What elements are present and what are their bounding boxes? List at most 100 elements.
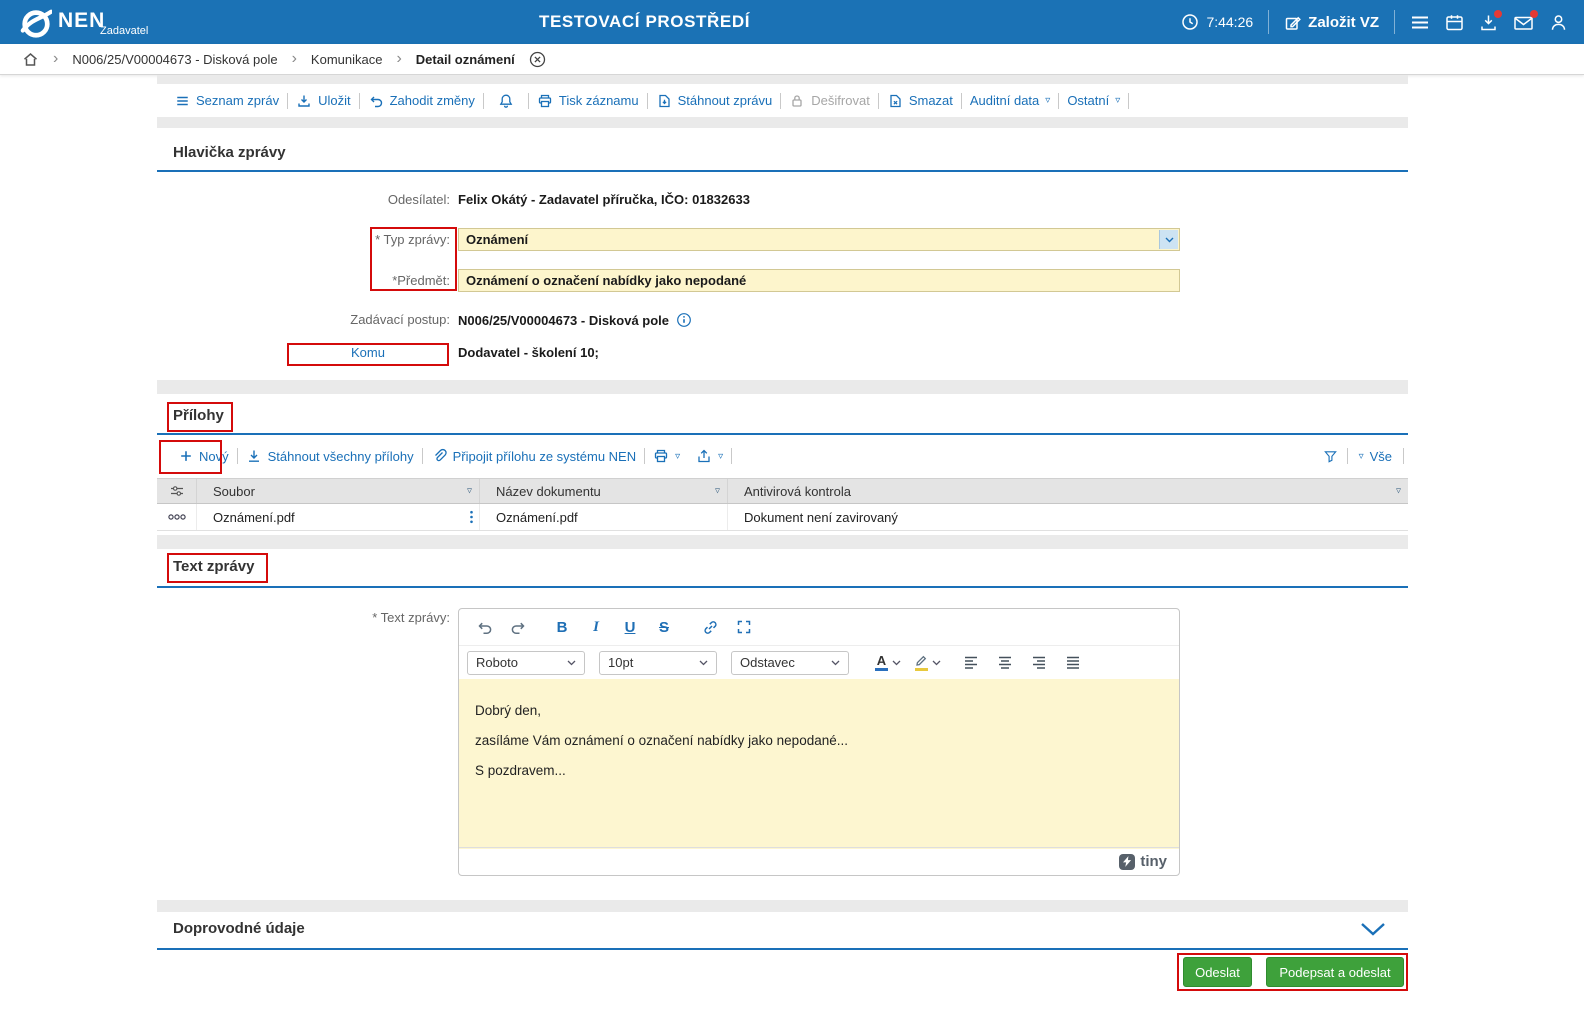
undo-icon[interactable] <box>469 614 499 640</box>
sender-value: Felix Okátý - Zadavatel příručka, IČO: 0… <box>458 192 750 207</box>
align-center-icon[interactable] <box>997 655 1013 670</box>
menu-button[interactable] <box>1410 13 1430 32</box>
funnel-icon[interactable] <box>1323 449 1338 464</box>
strikethrough-button[interactable]: S <box>649 614 679 640</box>
column-settings-header[interactable] <box>157 479 197 503</box>
row-handle[interactable] <box>157 504 197 530</box>
fullscreen-icon[interactable] <box>729 614 759 640</box>
message-list-button[interactable]: Seznam zpráv <box>167 93 287 108</box>
download-all-icon <box>246 448 262 464</box>
download-message-button[interactable]: Stáhnout zprávu <box>648 93 781 109</box>
download-message-label: Stáhnout zprávu <box>678 93 773 108</box>
breadcrumb-procedure[interactable]: N006/25/V00004673 - Disková pole <box>72 52 277 67</box>
font-size-select[interactable]: 10pt <box>599 651 717 675</box>
attachment-file-name[interactable]: Oznámení.pdf <box>213 510 295 525</box>
link-icon[interactable] <box>695 614 725 640</box>
attach-from-nen-button[interactable]: Připojit přílohu ze systému NEN <box>423 448 645 464</box>
antivirus-status: Dokument není zavirovaný <box>744 510 898 525</box>
other-actions-button[interactable]: Ostatní ▿ <box>1059 93 1128 108</box>
print-record-button[interactable]: Tisk záznamu <box>529 93 647 109</box>
filter-caret-icon[interactable]: ▿ <box>715 486 720 497</box>
delete-button[interactable]: Smazat <box>879 93 961 109</box>
person-icon <box>1549 13 1568 32</box>
font-family-select[interactable]: Roboto <box>467 651 585 675</box>
message-type-input[interactable]: Oznámení <box>458 228 1180 251</box>
subject-input[interactable]: Oznámení o označení nabídky jako nepodan… <box>458 269 1180 292</box>
row-menu-circles-icon <box>168 512 186 522</box>
filter-caret-icon[interactable]: ▿ <box>467 486 472 497</box>
decrypt-label: Dešifrovat <box>811 93 870 108</box>
environment-title: TESTOVACÍ PROSTŘEDÍ <box>539 12 750 32</box>
recipients-button[interactable]: Komu <box>287 345 449 366</box>
cell-docname: Oznámení.pdf <box>480 504 728 530</box>
downloads-button[interactable] <box>1479 13 1498 32</box>
undo-icon <box>368 93 384 109</box>
attachment-row[interactable]: Oznámení.pdf Oznámení.pdf Dokument není … <box>157 504 1408 531</box>
paperclip-icon <box>431 448 447 464</box>
attachment-doc-name: Oznámení.pdf <box>496 510 578 525</box>
message-list-label: Seznam zpráv <box>196 93 279 108</box>
align-left-icon[interactable] <box>963 655 979 670</box>
column-header-antivirus[interactable]: Antivirová kontrola ▿ <box>728 479 1408 503</box>
decrypt-button: Dešifrovat <box>781 93 878 109</box>
underline-button[interactable]: U <box>615 614 645 640</box>
download-notification-badge <box>1494 10 1502 18</box>
lock-icon <box>789 93 805 109</box>
messages-button[interactable] <box>1513 13 1534 32</box>
expand-section-chevron-icon[interactable] <box>1360 922 1386 937</box>
discard-changes-button[interactable]: Zahodit změny <box>360 93 483 109</box>
message-type-dropdown-button[interactable] <box>1159 230 1178 249</box>
breadcrumb-communication[interactable]: Komunikace <box>311 52 383 67</box>
new-attachment-button[interactable]: Nový <box>171 449 237 464</box>
redo-icon[interactable] <box>503 614 533 640</box>
cell-antivirus: Dokument není zavirovaný <box>728 504 1408 530</box>
view-filter-dropdown[interactable]: ▿ Vše <box>1357 449 1394 464</box>
highlighter-icon <box>915 655 928 671</box>
breadcrumb-current: Detail oznámení <box>416 52 515 67</box>
filter-caret-icon[interactable]: ▿ <box>1396 486 1401 497</box>
additional-data-panel: Doprovodné údaje <box>157 912 1408 950</box>
bold-button[interactable]: B <box>547 614 577 640</box>
align-justify-icon[interactable] <box>1065 655 1081 670</box>
tinymce-brand: tiny <box>1140 853 1167 870</box>
align-right-icon[interactable] <box>1031 655 1047 670</box>
plus-icon <box>179 449 193 463</box>
text-color-button[interactable]: A <box>875 654 901 671</box>
audit-data-button[interactable]: Auditní data ▿ <box>962 93 1058 108</box>
create-vz-button[interactable]: Založit VZ <box>1284 14 1379 31</box>
send-button[interactable]: Odeslat <box>1183 957 1252 987</box>
print-record-label: Tisk záznamu <box>559 93 639 108</box>
dropdown-caret-icon: ▿ <box>1359 451 1364 462</box>
printer-icon <box>653 448 669 464</box>
toolbar-separator <box>731 448 732 464</box>
column-header-file[interactable]: Soubor ▿ <box>197 479 480 503</box>
close-tab-icon[interactable] <box>529 51 546 68</box>
message-text-panel: Text zprávy * Text zprávy: B I U S <box>157 549 1408 900</box>
procedure-value: N006/25/V00004673 - Disková pole <box>458 313 669 328</box>
save-button[interactable]: Uložit <box>288 93 359 109</box>
download-all-attachments-button[interactable]: Stáhnout všechny přílohy <box>238 448 422 464</box>
toolbar-separator <box>1347 448 1348 464</box>
info-icon[interactable] <box>676 312 692 328</box>
dropdown-caret-icon: ▿ <box>1115 95 1120 106</box>
cell-menu-dots-icon[interactable] <box>469 510 474 524</box>
breadcrumb-separator: › <box>292 51 297 67</box>
highlight-color-button[interactable] <box>915 655 941 671</box>
dropdown-caret-icon: ▿ <box>1045 95 1050 106</box>
editor-statusbar: tiny <box>459 847 1179 875</box>
print-attachments-button[interactable]: ▿ <box>645 448 688 464</box>
export-attachments-button[interactable]: ▿ <box>688 448 731 464</box>
user-profile-button[interactable] <box>1549 13 1568 32</box>
nen-logo-icon[interactable] <box>20 7 52 39</box>
italic-button[interactable]: I <box>581 614 611 640</box>
block-format-select[interactable]: Odstavec <box>731 651 849 675</box>
column-header-docname[interactable]: Název dokumentu ▿ <box>480 479 728 503</box>
sign-and-send-button[interactable]: Podepsat a odeslat <box>1266 957 1404 987</box>
attachments-toolbar: Nový Stáhnout všechny přílohy Připoj <box>157 440 732 472</box>
notification-bell-button[interactable] <box>484 93 528 109</box>
message-body-textarea[interactable]: Dobrý den, zasíláme Vám oznámení o označ… <box>459 679 1179 849</box>
home-icon[interactable] <box>22 51 39 67</box>
calendar-button[interactable] <box>1445 13 1464 32</box>
topbar-actions: 7:44:26 Založit VZ <box>1181 0 1568 44</box>
alignment-group <box>963 655 1081 670</box>
